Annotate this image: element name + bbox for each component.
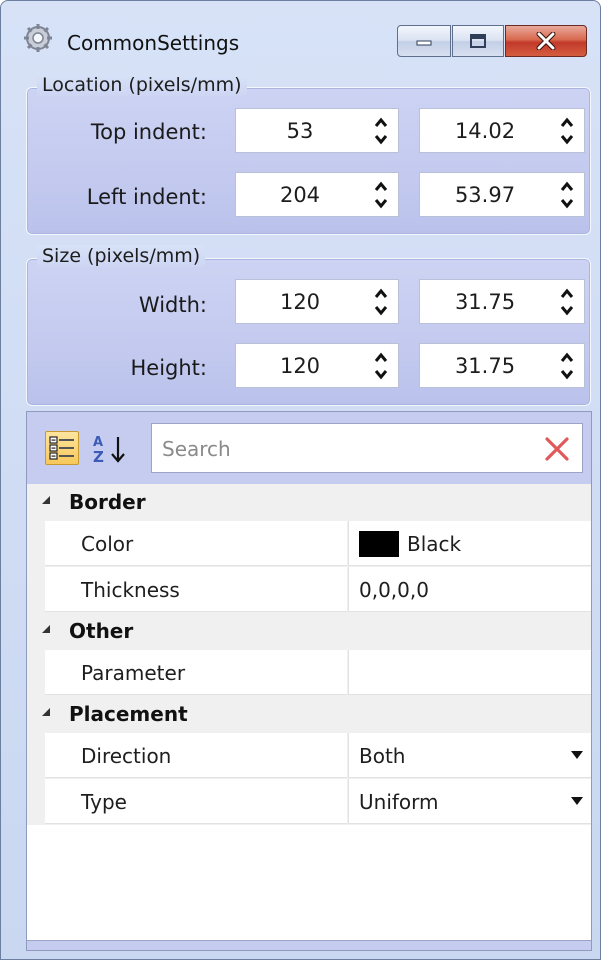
top-indent-label: Top indent: — [90, 120, 207, 144]
location-group: Location (pixels/mm) Top indent: 53 14.0… — [26, 74, 591, 235]
property-name-cell[interactable]: Parameter — [45, 650, 347, 695]
property-name-cell[interactable]: Color — [45, 521, 347, 566]
left-indent-pixels-value[interactable]: 204 — [236, 183, 364, 207]
property-name-cell[interactable]: Type — [45, 779, 347, 824]
maximize-button[interactable] — [452, 25, 504, 57]
top-indent-mm-value[interactable]: 14.02 — [420, 119, 550, 143]
property-grid: A Z Border Color — [26, 411, 592, 951]
property-row-color[interactable]: Color Black — [27, 521, 591, 567]
property-value-cell[interactable]: 0,0,0,0 — [348, 567, 591, 612]
spin-arrows-icon[interactable] — [374, 350, 388, 382]
property-name: Type — [81, 790, 127, 814]
spin-arrows-icon[interactable] — [560, 350, 574, 382]
type-dropdown[interactable]: Uniform — [348, 779, 591, 824]
property-row-parameter[interactable]: Parameter — [27, 650, 591, 696]
location-group-title: Location (pixels/mm) — [37, 74, 247, 96]
top-indent-mm-spinner[interactable]: 14.02 — [419, 108, 585, 153]
property-value[interactable]: 0,0,0,0 — [359, 578, 429, 602]
maximize-icon — [470, 34, 486, 48]
top-indent-pixels-value[interactable]: 53 — [236, 119, 364, 143]
property-name: Thickness — [81, 578, 180, 602]
left-indent-mm-value[interactable]: 53.97 — [420, 183, 550, 207]
category-label: Other — [69, 619, 134, 643]
spin-arrows-icon[interactable] — [374, 286, 388, 318]
dropdown-arrow-icon[interactable] — [571, 751, 583, 759]
clear-icon[interactable] — [544, 436, 570, 462]
height-mm-spinner[interactable]: 31.75 — [419, 343, 585, 388]
category-other[interactable]: Other — [27, 613, 591, 650]
spin-arrows-icon[interactable] — [560, 115, 574, 147]
category-border[interactable]: Border — [27, 484, 591, 521]
category-label: Placement — [69, 702, 188, 726]
property-value: Black — [407, 532, 462, 556]
height-mm-value[interactable]: 31.75 — [420, 354, 550, 378]
svg-text:Z: Z — [93, 448, 104, 466]
collapse-triangle-icon[interactable] — [40, 494, 52, 506]
close-icon — [536, 32, 556, 50]
property-value: Uniform — [359, 790, 439, 814]
width-mm-spinner[interactable]: 31.75 — [419, 279, 585, 324]
left-indent-mm-spinner[interactable]: 53.97 — [419, 172, 585, 217]
close-button[interactable] — [505, 25, 587, 57]
property-row-direction[interactable]: Direction Both — [27, 733, 591, 779]
category-placement[interactable]: Placement — [27, 696, 591, 733]
property-name: Color — [81, 532, 134, 556]
width-pixels-value[interactable]: 120 — [236, 290, 364, 314]
width-label: Width: — [138, 293, 207, 317]
height-pixels-value[interactable]: 120 — [236, 354, 364, 378]
property-value-cell[interactable]: Black — [348, 521, 591, 566]
collapse-triangle-icon[interactable] — [40, 706, 52, 718]
spin-arrows-icon[interactable] — [374, 179, 388, 211]
search-box[interactable] — [151, 423, 583, 473]
common-settings-window: CommonSettings Location (pixels/mm) Top … — [0, 0, 601, 960]
property-row-thickness[interactable]: Thickness 0,0,0,0 — [27, 567, 591, 613]
spin-arrows-icon[interactable] — [560, 286, 574, 318]
top-indent-pixels-spinner[interactable]: 53 — [235, 108, 399, 153]
window-title: CommonSettings — [67, 31, 240, 55]
property-name: Parameter — [81, 661, 186, 685]
categorized-icon — [49, 436, 74, 460]
title-bar[interactable]: CommonSettings — [1, 1, 600, 67]
spin-arrows-icon[interactable] — [560, 179, 574, 211]
gear-icon — [24, 24, 52, 52]
size-group: Size (pixels/mm) Width: 120 31.75 Height… — [26, 245, 591, 406]
collapse-triangle-icon[interactable] — [40, 623, 52, 635]
left-indent-pixels-spinner[interactable]: 204 — [235, 172, 399, 217]
property-value-cell[interactable] — [348, 650, 591, 695]
minimize-button[interactable] — [397, 25, 451, 57]
minimize-icon — [416, 40, 432, 46]
property-grid-footer — [27, 940, 591, 950]
dropdown-arrow-icon[interactable] — [571, 797, 583, 805]
property-grid-toolbar: A Z — [27, 412, 591, 484]
size-group-title: Size (pixels/mm) — [37, 245, 206, 267]
property-value: Both — [359, 744, 406, 768]
width-mm-value[interactable]: 31.75 — [420, 290, 550, 314]
spin-arrows-icon[interactable] — [374, 115, 388, 147]
height-label: Height: — [130, 356, 208, 380]
categorized-button[interactable] — [45, 431, 79, 465]
color-swatch — [359, 531, 399, 557]
direction-dropdown[interactable]: Both — [348, 733, 591, 778]
property-name-cell[interactable]: Direction — [45, 733, 347, 778]
left-indent-label: Left indent: — [86, 185, 207, 209]
search-input[interactable] — [160, 432, 520, 466]
sort-az-icon[interactable]: A Z — [91, 432, 131, 466]
width-pixels-spinner[interactable]: 120 — [235, 279, 399, 324]
property-name-cell[interactable]: Thickness — [45, 567, 347, 612]
property-name: Direction — [81, 744, 172, 768]
height-pixels-spinner[interactable]: 120 — [235, 343, 399, 388]
property-row-type[interactable]: Type Uniform — [27, 779, 591, 825]
category-label: Border — [69, 490, 146, 514]
property-list: Border Color Black Thickness 0,0,0,0 Oth… — [27, 484, 591, 825]
